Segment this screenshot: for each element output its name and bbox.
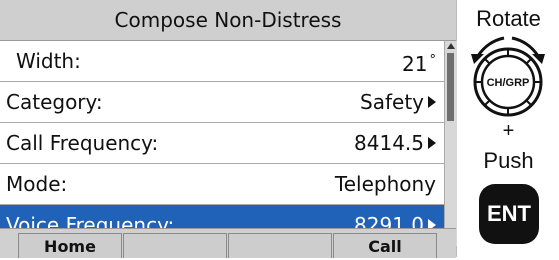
- control-instructions: Rotate CH/GRP + Push ENT: [458, 0, 559, 257]
- push-label: Push: [483, 148, 534, 173]
- softkey-2[interactable]: [123, 233, 227, 258]
- menu-item-value: 8414.5: [354, 123, 436, 163]
- submenu-arrow-icon: [428, 137, 436, 149]
- softkey-call[interactable]: Call: [333, 233, 437, 258]
- menu-item-width[interactable]: Width: 21 °: [0, 41, 444, 82]
- softkey-home[interactable]: Home: [18, 233, 122, 258]
- softkey-bar: Home Call: [0, 228, 456, 258]
- menu-item-mode[interactable]: Mode: Telephony: [0, 164, 444, 205]
- rotate-label: Rotate: [476, 6, 541, 31]
- softkey-3[interactable]: [228, 233, 332, 258]
- ent-key-icon: ENT: [479, 184, 539, 244]
- menu-item-call-frequency[interactable]: Call Frequency: 8414.5: [0, 123, 444, 164]
- menu-item-value: 21 °: [402, 52, 437, 76]
- submenu-arrow-icon: [428, 96, 436, 108]
- menu-item-value: Safety: [360, 82, 436, 122]
- scroll-up-arrow-icon[interactable]: [447, 43, 455, 49]
- knob-label: CH/GRP: [487, 77, 530, 89]
- menu-item-category[interactable]: Category: Safety: [0, 82, 444, 123]
- degree-unit: °: [429, 53, 437, 68]
- menu-item-label: Mode:: [6, 172, 68, 196]
- scrollbar[interactable]: [444, 41, 457, 246]
- menu-item-label: Call Frequency:: [6, 131, 159, 155]
- menu-list: Width: 21 ° Category: Safety Call Frequen…: [0, 41, 444, 246]
- plus-sign: +: [502, 120, 515, 142]
- ch-grp-knob-icon: CH/GRP: [462, 30, 554, 122]
- menu-item-label: Width:: [16, 49, 81, 73]
- radio-display: Compose Non-Distress Width: 21 ° Category…: [0, 0, 457, 258]
- menu-item-value: Telephony: [334, 172, 436, 196]
- menu-item-label: Category:: [6, 90, 103, 114]
- screen-title: Compose Non-Distress: [0, 0, 456, 41]
- scrollbar-thumb[interactable]: [447, 53, 454, 121]
